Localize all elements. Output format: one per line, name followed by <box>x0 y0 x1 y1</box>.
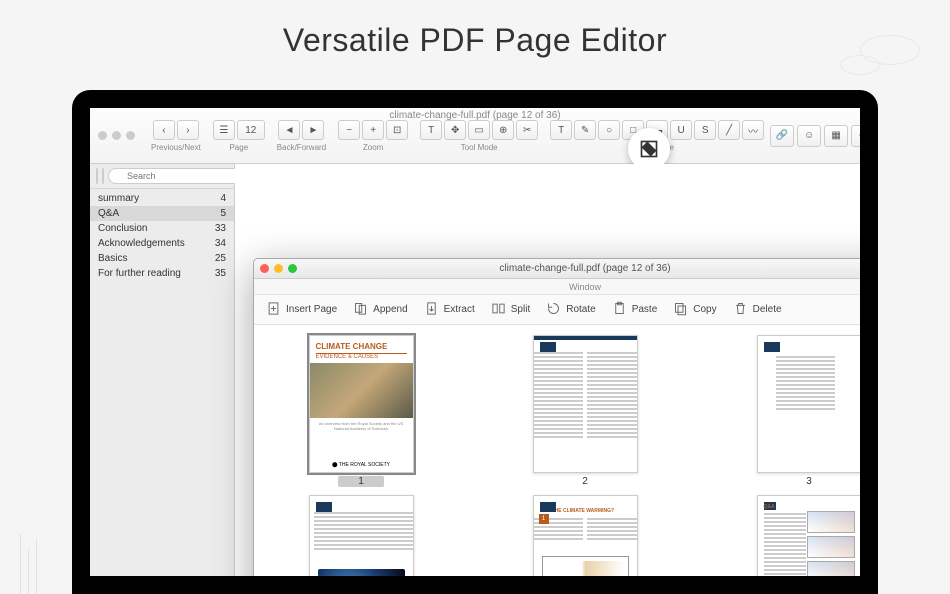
extract-icon <box>424 301 439 319</box>
rotate-icon <box>546 301 561 319</box>
monitor-frame: climate-change-full.pdf (page 12 of 36) … <box>72 90 878 594</box>
search-input[interactable] <box>108 168 251 184</box>
toolbar-right: 🔗 ☺ ▦ ⋯ ⬒ ⇪ ▶ ⓘ <box>770 125 860 147</box>
text-note-button[interactable]: T <box>550 120 572 140</box>
page-title: Versatile PDF Page Editor <box>0 0 950 75</box>
copy-button[interactable]: Copy <box>673 301 716 319</box>
link-button[interactable]: 🔗 <box>770 125 794 147</box>
move-tool-button[interactable]: ✥ <box>444 120 466 140</box>
strike-note-button[interactable]: S <box>694 120 716 140</box>
back-forward-group: ◄ ► Back/Forward <box>277 119 326 152</box>
page-group: ☰ 12 Page <box>213 119 265 152</box>
page-thumb-4[interactable]: 4 <box>274 495 448 576</box>
circle-note-button[interactable]: ○ <box>598 120 620 140</box>
toc-item[interactable]: For further reading35 <box>90 266 234 281</box>
insert-icon <box>266 301 281 319</box>
thumb-number: 1 <box>338 476 384 487</box>
paste-button[interactable]: Paste <box>612 301 658 319</box>
window-title: climate-change-full.pdf (page 12 of 36) <box>90 110 860 121</box>
split-button[interactable]: Split <box>491 301 530 319</box>
toc-item[interactable]: Conclusion33 <box>90 221 234 236</box>
back-button[interactable]: ◄ <box>278 120 300 140</box>
app-window: climate-change-full.pdf (page 12 of 36) … <box>90 108 860 576</box>
page-thumb-6[interactable]: Q&A6 <box>722 495 860 576</box>
prev-page-button[interactable]: ‹ <box>153 120 175 140</box>
magnify-tool-button[interactable]: ⊕ <box>492 120 514 140</box>
next-page-button[interactable]: › <box>177 120 199 140</box>
modal-titlebar[interactable]: climate-change-full.pdf (page 12 of 36) <box>254 259 860 279</box>
sidebar: summary4Q&A5Conclusion33Acknowledgements… <box>90 164 235 576</box>
tool-mode-group: T ✥ ▭ ⊕ ✂ Tool Mode <box>420 119 538 152</box>
append-icon <box>353 301 368 319</box>
zoom-out-button[interactable]: − <box>338 120 360 140</box>
decorative-grass <box>28 549 29 594</box>
ink-note-button[interactable]: 〰 <box>742 120 764 140</box>
copy-icon <box>673 301 688 319</box>
page-editor-window: climate-change-full.pdf (page 12 of 36) … <box>253 258 860 576</box>
user-button[interactable]: ☺ <box>797 125 821 147</box>
close-icon[interactable] <box>260 264 269 273</box>
page-thumbnails: CLIMATE CHANGEEVIDENCE & CAUSESAn overvi… <box>254 325 860 576</box>
page-number-input[interactable]: 12 <box>237 120 265 140</box>
extract-button[interactable]: Extract <box>424 301 475 319</box>
paste-icon <box>612 301 627 319</box>
window-controls[interactable] <box>98 131 135 140</box>
page-thumb-1[interactable]: CLIMATE CHANGEEVIDENCE & CAUSESAn overvi… <box>274 335 448 487</box>
forward-button[interactable]: ► <box>302 120 324 140</box>
thumb-number: 3 <box>806 476 812 487</box>
toc-item[interactable]: summary4 <box>90 191 234 206</box>
zoom-fit-button[interactable]: ⊡ <box>386 120 408 140</box>
thumb-view-button[interactable] <box>102 168 104 184</box>
modal-subtitle: Window <box>254 279 860 295</box>
split-icon <box>491 301 506 319</box>
modal-window-controls[interactable] <box>260 264 297 273</box>
thumb-preview <box>757 335 861 473</box>
line-note-button[interactable]: ╱ <box>718 120 740 140</box>
delete-icon <box>733 301 748 319</box>
prev-next-group: ‹ › Previous/Next <box>151 119 201 152</box>
grid-button[interactable]: ▦ <box>824 125 848 147</box>
rotate-button[interactable]: Rotate <box>546 301 595 319</box>
insert-button[interactable]: Insert Page <box>266 301 337 319</box>
zoom-in-button[interactable]: + <box>362 120 384 140</box>
text-tool-button[interactable]: T <box>420 120 442 140</box>
minimize-icon[interactable] <box>274 264 283 273</box>
page-thumb-3[interactable]: 3 <box>722 335 860 487</box>
underline-note-button[interactable]: U <box>670 120 692 140</box>
decorative-grass <box>36 539 37 594</box>
page-thumb-5[interactable]: 1IS THE CLIMATE WARMING?5 <box>498 495 672 576</box>
decorative-cloud <box>840 55 880 75</box>
thumb-preview: Q&A <box>757 495 861 576</box>
modal-title: climate-change-full.pdf (page 12 of 36) <box>254 259 860 279</box>
zoom-icon[interactable] <box>288 264 297 273</box>
thumb-preview <box>533 335 638 473</box>
thumb-number: 2 <box>582 476 588 487</box>
thumb-preview <box>309 495 414 576</box>
thumb-preview: 1IS THE CLIMATE WARMING? <box>533 495 638 576</box>
delete-button[interactable]: Delete <box>733 301 782 319</box>
page-thumb-2[interactable]: 2 <box>498 335 672 487</box>
toc-item[interactable]: Acknowledgements34 <box>90 236 234 251</box>
toc-item[interactable]: Q&A5 <box>90 206 234 221</box>
snapshot-tool-button[interactable]: ✂ <box>516 120 538 140</box>
thumb-preview: CLIMATE CHANGEEVIDENCE & CAUSESAn overvi… <box>309 335 414 473</box>
page-editor-toolbar: Insert Page Append Extract Split Rotate Paste… <box>254 295 860 325</box>
anchor-note-button[interactable]: ✎ <box>574 120 596 140</box>
more-button[interactable]: ⋯ <box>851 125 860 147</box>
sidebar-toggle-button[interactable]: ☰ <box>213 120 235 140</box>
append-button[interactable]: Append <box>353 301 407 319</box>
toc-item[interactable]: Basics25 <box>90 251 234 266</box>
zoom-group: − + ⊡ Zoom <box>338 119 408 152</box>
outline-view-button[interactable] <box>96 168 98 184</box>
outline-list: summary4Q&A5Conclusion33Acknowledgements… <box>90 189 234 283</box>
select-tool-button[interactable]: ▭ <box>468 120 490 140</box>
decorative-grass <box>20 534 21 594</box>
